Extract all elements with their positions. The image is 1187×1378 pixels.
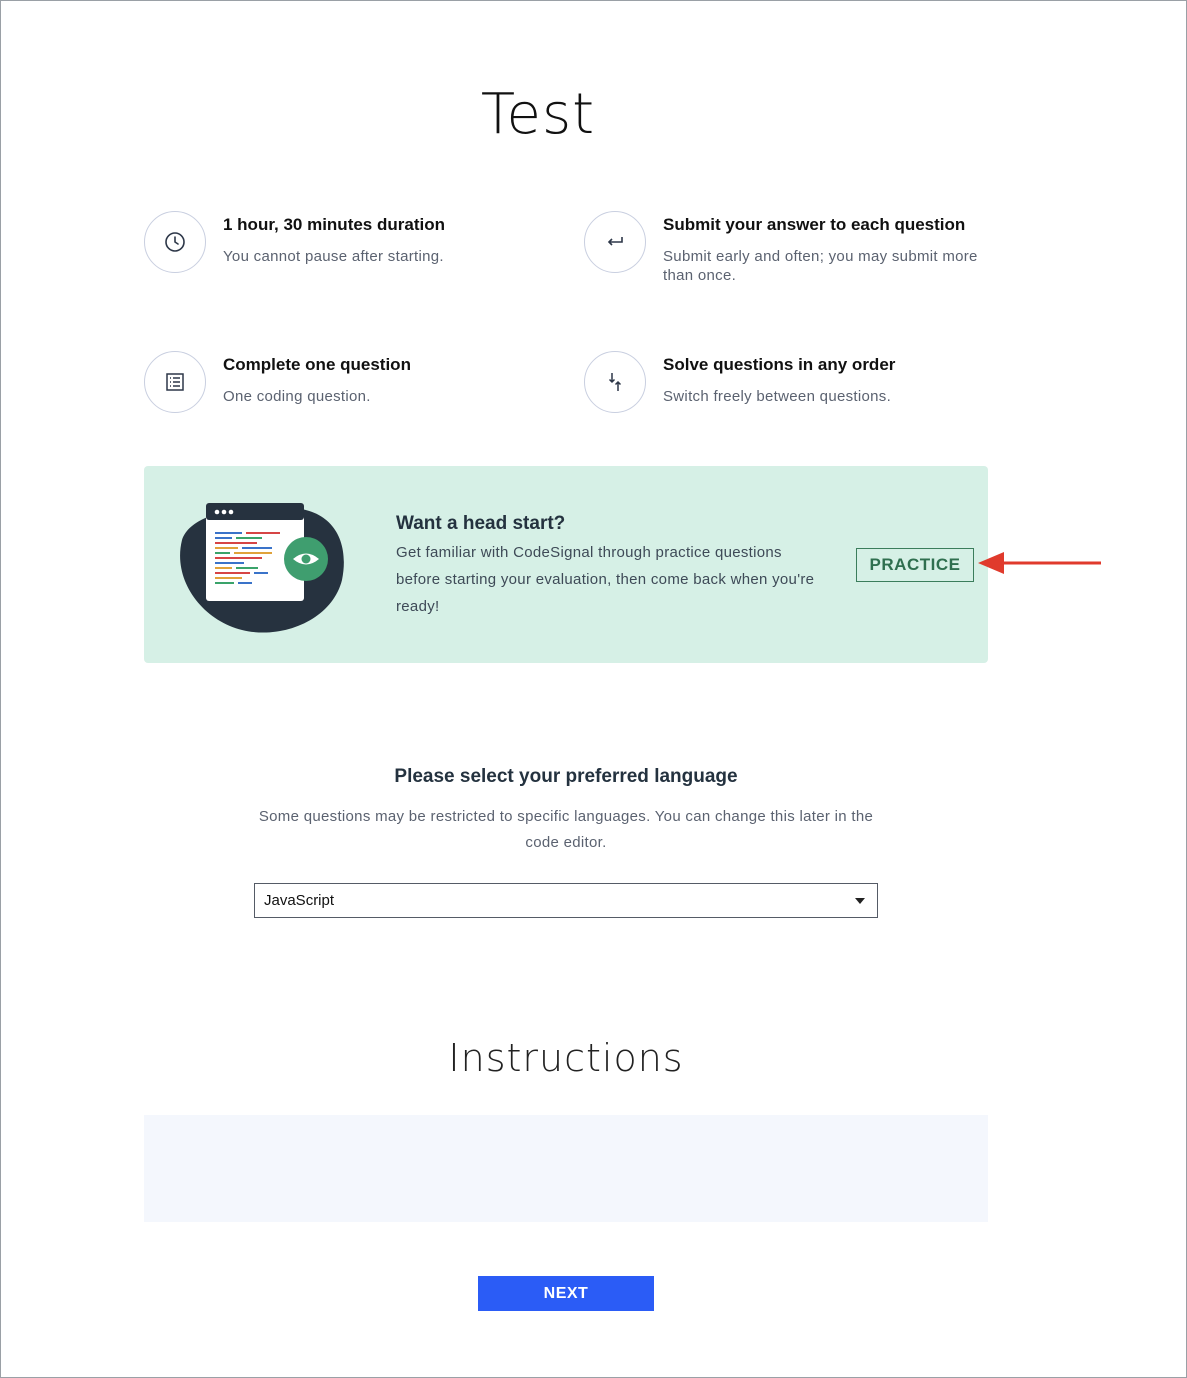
practice-button[interactable]: PRACTICE <box>856 548 974 582</box>
instructions-title: Instructions <box>448 1036 684 1080</box>
code-preview-illustration <box>172 500 348 636</box>
return-arrow-icon <box>584 211 646 273</box>
page-title: Test <box>480 82 596 147</box>
banner-description: Get familiar with CodeSignal through pra… <box>396 544 815 615</box>
language-select[interactable]: JavaScript <box>254 883 878 918</box>
instructions-box <box>144 1115 988 1222</box>
annotation-arrow-icon <box>978 552 1101 574</box>
list-icon <box>144 351 206 413</box>
language-section-title: Please select your preferred language <box>394 766 738 787</box>
feature-desc: You cannot pause after starting. <box>223 248 444 265</box>
clock-icon <box>144 211 206 273</box>
feature-desc: One coding question. <box>223 388 371 405</box>
feature-title: 1 hour, 30 minutes duration <box>223 215 445 234</box>
feature-title: Solve questions in any order <box>663 355 896 374</box>
language-selected-value: JavaScript <box>264 892 335 909</box>
language-section-desc: Some questions may be restricted to spec… <box>258 808 874 851</box>
next-button[interactable]: NEXT <box>478 1276 654 1311</box>
feature-title: Submit your answer to each question <box>663 215 966 234</box>
feature-title: Complete one question <box>223 355 411 374</box>
head-start-banner: Want a head start? Get familiar with Cod… <box>144 466 988 663</box>
banner-title: Want a head start? <box>396 513 566 534</box>
feature-desc: Switch freely between questions. <box>663 388 892 405</box>
feature-desc: Submit early and often; you may submit m… <box>663 248 978 284</box>
swap-arrows-icon <box>584 351 646 413</box>
chevron-down-icon <box>855 898 865 904</box>
